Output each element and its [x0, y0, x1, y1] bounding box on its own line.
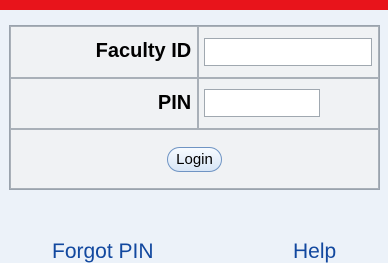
pin-input[interactable] [204, 89, 321, 118]
faculty-id-input[interactable] [204, 37, 373, 66]
login-panel: Faculty ID PIN Login Forgot PIN Help [0, 10, 388, 263]
top-accent-bar [0, 0, 388, 10]
login-form-table: Faculty ID PIN Login [9, 25, 380, 190]
forgot-pin-link[interactable]: Forgot PIN [52, 240, 154, 264]
submit-row: Login [10, 129, 379, 189]
faculty-id-row: Faculty ID [10, 26, 379, 78]
faculty-id-label: Faculty ID [10, 26, 199, 78]
help-link[interactable]: Help [293, 240, 336, 264]
pin-row: PIN [10, 77, 379, 130]
pin-label: PIN [10, 77, 199, 130]
login-button[interactable]: Login [167, 146, 222, 172]
